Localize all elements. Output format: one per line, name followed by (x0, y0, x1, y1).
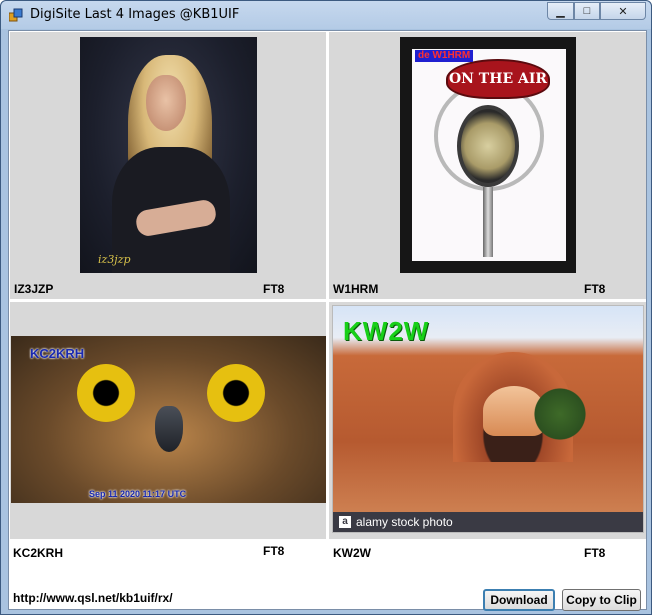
maximize-icon: □ (583, 5, 591, 17)
callsign-label: IZ3JZP (14, 282, 54, 296)
image-detail (207, 364, 265, 422)
qsl-image-2[interactable]: ON THE AIR de W1HRM (400, 37, 576, 273)
callsign-label: KC2KRH (13, 546, 64, 560)
qsl-image-4[interactable]: KW2W a alamy stock photo (332, 305, 644, 533)
image-detail (155, 406, 183, 452)
alamy-logo-icon: a (339, 516, 351, 528)
image-detail (77, 364, 135, 422)
client-area: iz3jzp IZ3JZP FT8 ON THE AIR de W1HRM W1… (8, 30, 647, 611)
image-overlay-callsign: KC2KRH (30, 346, 85, 361)
mode-label: FT8 (263, 282, 285, 296)
maximize-button[interactable]: □ (574, 2, 600, 20)
image-detail (533, 382, 587, 446)
close-button[interactable]: ✕ (600, 2, 646, 20)
image-overlay-callsign: de W1HRM (415, 50, 474, 62)
image-overlay-callsign: KW2W (343, 316, 430, 346)
download-button[interactable]: Download (483, 589, 555, 611)
callsign-label: KW2W (333, 546, 371, 560)
image-detail (483, 187, 493, 257)
watermark-text: alamy stock photo (356, 515, 453, 529)
qsl-image-3[interactable]: KC2KRH Sep 11 2020 11:17 UTC (11, 336, 326, 503)
qsl-image-1[interactable]: iz3jzp (80, 37, 257, 273)
watermark-bar: a alamy stock photo (333, 512, 643, 532)
image-panel-4: KW2W a alamy stock photo KW2W FT8 (329, 302, 646, 560)
image-panel-1: iz3jzp IZ3JZP FT8 (10, 32, 326, 299)
mode-label: FT8 (263, 544, 285, 558)
mode-label: FT8 (584, 546, 606, 560)
mode-label: FT8 (584, 282, 606, 296)
window-title: DigiSite Last 4 Images @KB1UIF (30, 7, 240, 22)
close-icon: ✕ (618, 5, 628, 18)
image-overlay-callsign: iz3jzp (98, 253, 131, 266)
callsign-label: W1HRM (333, 282, 379, 296)
minimize-icon: ▁ (556, 5, 565, 18)
app-icon (9, 8, 23, 22)
image-timestamp: Sep 11 2020 11:17 UTC (89, 489, 187, 499)
app-window: DigiSite Last 4 Images @KB1UIF ▁ □ ✕ iz3… (0, 0, 652, 615)
minimize-button[interactable]: ▁ (547, 2, 574, 20)
title-bar[interactable]: DigiSite Last 4 Images @KB1UIF ▁ □ ✕ (1, 1, 651, 29)
image-detail (146, 75, 186, 131)
copy-to-clip-button[interactable]: Copy to Clip (562, 589, 641, 611)
site-url-label: http://www.qsl.net/kb1uif/rx/ (13, 591, 173, 605)
image-panel-3: KC2KRH Sep 11 2020 11:17 UTC KC2KRH FT8 (10, 302, 326, 560)
on-air-badge: ON THE AIR (446, 59, 550, 99)
microphone-icon (457, 105, 519, 187)
image-panel-2: ON THE AIR de W1HRM W1HRM FT8 (329, 32, 646, 299)
